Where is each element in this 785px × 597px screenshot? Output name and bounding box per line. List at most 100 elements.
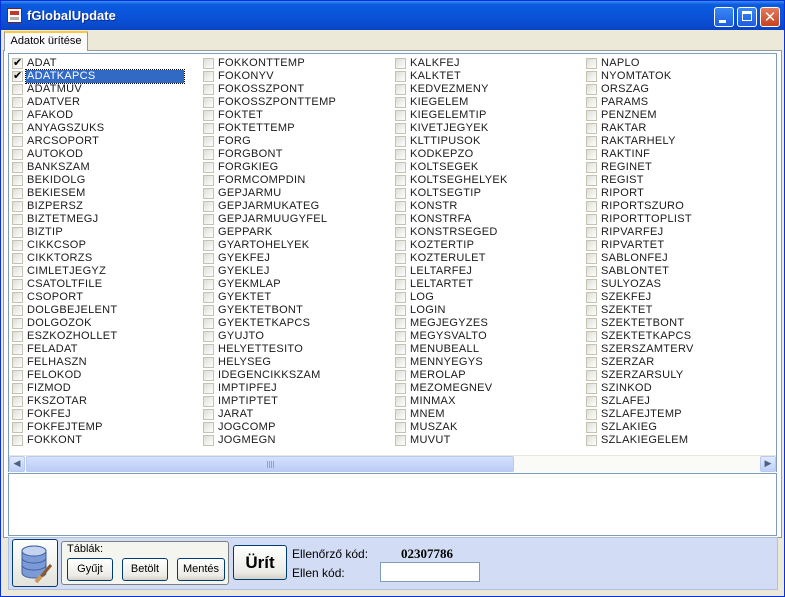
checkbox[interactable] [586, 123, 597, 134]
scroll-thumb[interactable] [26, 456, 514, 472]
checkbox[interactable] [203, 84, 214, 95]
database-button[interactable] [12, 539, 58, 587]
checkbox[interactable] [395, 188, 406, 199]
tab-adatok-uritese[interactable]: Adatok ürítése [4, 31, 88, 51]
checkbox[interactable] [395, 409, 406, 420]
checkbox[interactable] [12, 69, 23, 82]
checkbox[interactable] [203, 136, 214, 147]
checkbox[interactable] [395, 396, 406, 407]
checkbox[interactable] [395, 422, 406, 433]
checkbox[interactable] [12, 396, 23, 407]
checkbox[interactable] [203, 110, 214, 121]
checkbox[interactable] [586, 370, 597, 381]
checkbox[interactable] [12, 175, 23, 186]
checkbox[interactable] [203, 253, 214, 264]
checkbox[interactable] [12, 266, 23, 277]
checkbox[interactable] [586, 292, 597, 303]
checkbox[interactable] [203, 370, 214, 381]
checkbox[interactable] [586, 383, 597, 394]
scroll-right-button[interactable]: ▶ [760, 456, 776, 472]
checkbox[interactable] [203, 396, 214, 407]
checkbox[interactable] [203, 123, 214, 134]
checkbox[interactable] [203, 331, 214, 342]
checkbox[interactable] [586, 71, 597, 82]
maximize-button[interactable] [737, 7, 757, 27]
checkbox[interactable] [586, 435, 597, 446]
checkbox[interactable] [395, 201, 406, 212]
checkbox[interactable] [12, 292, 23, 303]
checkbox[interactable] [12, 162, 23, 173]
checkbox[interactable] [586, 188, 597, 199]
checkbox[interactable] [395, 84, 406, 95]
close-button[interactable]: ✕ [760, 7, 780, 27]
checkbox[interactable] [12, 123, 23, 134]
checkbox[interactable] [203, 435, 214, 446]
checkbox[interactable] [395, 383, 406, 394]
checkbox[interactable] [203, 188, 214, 199]
checkbox[interactable] [395, 71, 406, 82]
checkbox[interactable] [586, 409, 597, 420]
mentes-button[interactable]: Mentés [177, 558, 225, 581]
checkbox[interactable] [203, 97, 214, 108]
checkbox[interactable] [203, 214, 214, 225]
checkbox[interactable] [395, 331, 406, 342]
checkbox[interactable] [586, 422, 597, 433]
checkbox[interactable] [586, 227, 597, 238]
checkbox[interactable] [12, 422, 23, 433]
horizontal-scrollbar[interactable]: ◀ ▶ [9, 455, 776, 472]
checkbox[interactable] [12, 357, 23, 368]
checkbox[interactable] [12, 240, 23, 251]
checkbox[interactable] [203, 357, 214, 368]
checkbox[interactable] [395, 58, 406, 69]
table-checklist[interactable]: ADATADATKAPCSADATMUVADATVERAFAKODANYAGSZ… [8, 53, 777, 472]
checkbox[interactable] [395, 318, 406, 329]
checkbox[interactable] [203, 266, 214, 277]
checkbox[interactable] [12, 344, 23, 355]
checkbox[interactable] [395, 305, 406, 316]
checkbox[interactable] [12, 110, 23, 121]
checkbox[interactable] [12, 136, 23, 147]
minimize-button[interactable] [714, 7, 734, 27]
checkbox[interactable] [586, 344, 597, 355]
checkbox[interactable] [12, 253, 23, 264]
checkbox[interactable] [395, 123, 406, 134]
checkbox[interactable] [395, 266, 406, 277]
betolt-button[interactable]: Betölt [122, 558, 168, 581]
checkbox[interactable] [12, 56, 23, 69]
checkbox[interactable] [586, 214, 597, 225]
checkbox[interactable] [586, 97, 597, 108]
checkbox[interactable] [203, 383, 214, 394]
checkbox[interactable] [586, 110, 597, 121]
checkbox[interactable] [12, 409, 23, 420]
checkbox[interactable] [395, 214, 406, 225]
checkbox[interactable] [395, 240, 406, 251]
checkbox[interactable] [203, 175, 214, 186]
checkbox[interactable] [395, 370, 406, 381]
checkbox[interactable] [586, 357, 597, 368]
checkbox[interactable] [395, 97, 406, 108]
checkbox[interactable] [586, 175, 597, 186]
checkbox[interactable] [12, 318, 23, 329]
checkbox[interactable] [203, 71, 214, 82]
checkbox[interactable] [395, 162, 406, 173]
checkbox[interactable] [203, 409, 214, 420]
gyujt-button[interactable]: Gyűjt [67, 558, 113, 581]
checkbox[interactable] [12, 279, 23, 290]
checkbox[interactable] [586, 305, 597, 316]
checkbox[interactable] [203, 305, 214, 316]
checkbox[interactable] [203, 149, 214, 160]
scroll-left-button[interactable]: ◀ [9, 456, 25, 472]
checkbox[interactable] [586, 58, 597, 69]
checkbox[interactable] [586, 162, 597, 173]
checkbox[interactable] [395, 279, 406, 290]
checkbox[interactable] [203, 162, 214, 173]
checkbox[interactable] [12, 188, 23, 199]
checkbox[interactable] [203, 279, 214, 290]
checkbox[interactable] [586, 201, 597, 212]
app-form-icon[interactable] [7, 8, 22, 23]
title-bar[interactable]: fGlobalUpdate ✕ [1, 1, 784, 30]
checkbox[interactable] [12, 201, 23, 212]
checkbox[interactable] [395, 149, 406, 160]
checkbox[interactable] [586, 331, 597, 342]
checkbox[interactable] [586, 136, 597, 147]
